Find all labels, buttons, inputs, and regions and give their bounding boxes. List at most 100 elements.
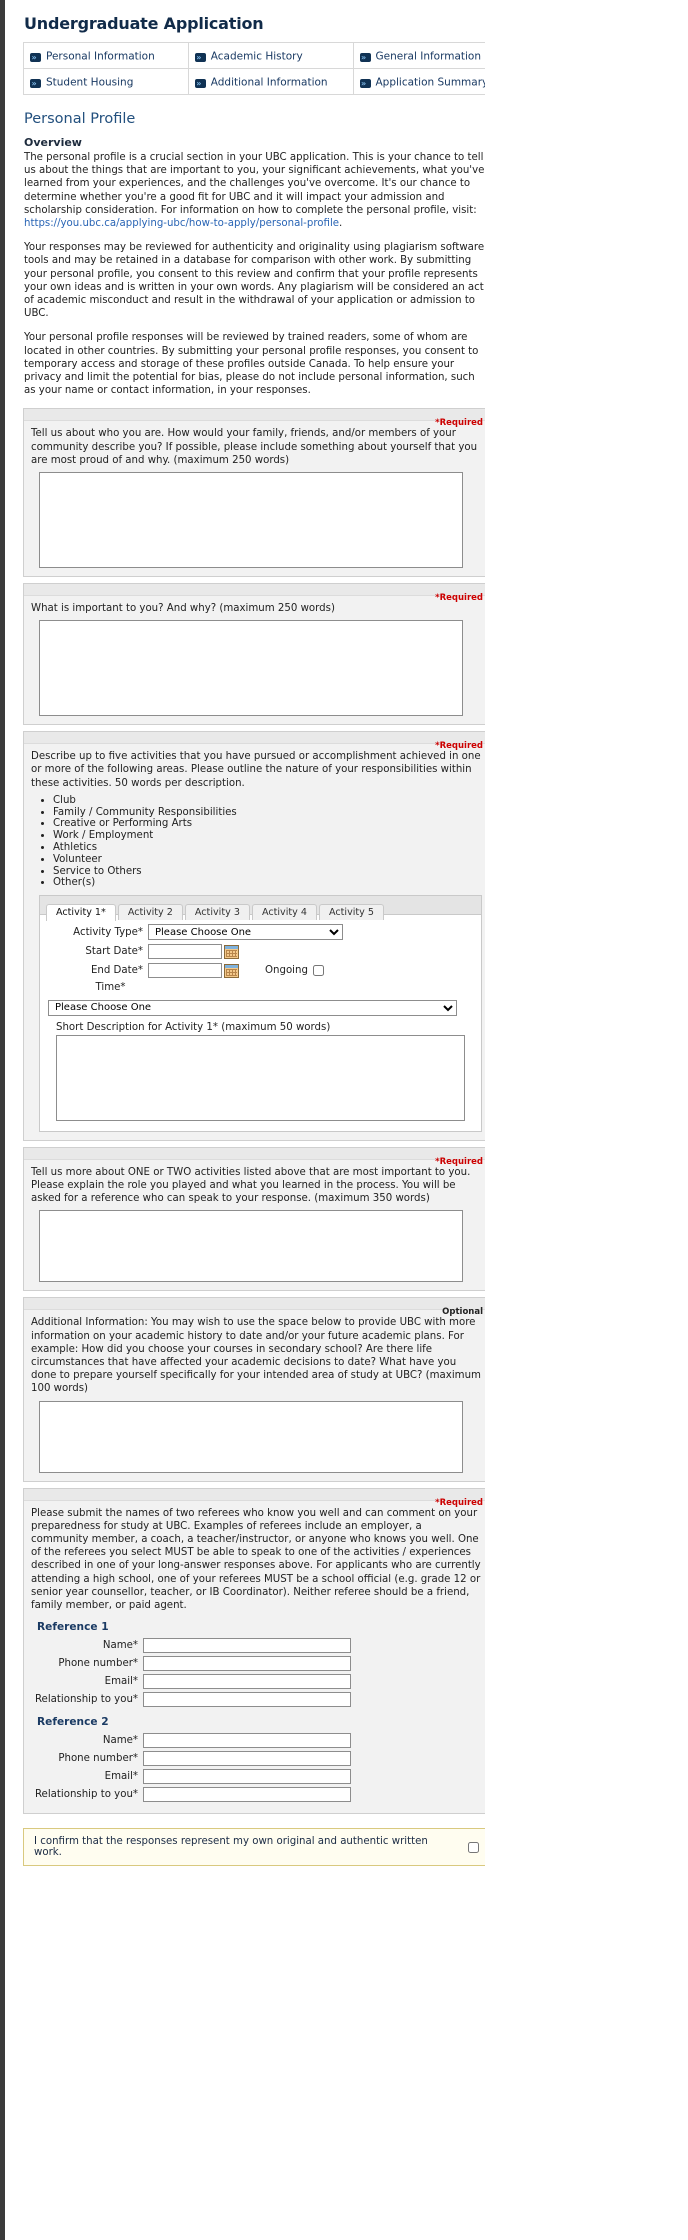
- required-bar-1: *Required: [24, 409, 489, 428]
- reference-2-relationship-row: Relationship to you*: [31, 1787, 482, 1803]
- overview-paragraph-1: The personal profile is a crucial sectio…: [24, 151, 486, 230]
- reference-2-title: Reference 2: [37, 1716, 109, 1729]
- question-prompt-1: Tell us about who you are. How would you…: [31, 428, 478, 466]
- activity-description-textarea[interactable]: [56, 1034, 465, 1121]
- reference-1-relationship-label: Relationship to you*: [34, 1694, 138, 1706]
- double-chevron-right-icon: [359, 79, 371, 88]
- list-item: Creative or Performing Arts: [53, 818, 482, 830]
- required-bar-6: *Required: [24, 1488, 489, 1508]
- reference-2-phone-row: Phone number*: [31, 1751, 482, 1767]
- time-select[interactable]: Please Choose One: [48, 999, 457, 1016]
- reference-2-email-row: Email*: [31, 1769, 482, 1785]
- tab-activity-2[interactable]: Activity 2: [117, 904, 183, 921]
- required-bar-2: *Required: [24, 584, 489, 603]
- reference-2-relationship-input[interactable]: [143, 1787, 351, 1803]
- answer-textarea-4[interactable]: [39, 1210, 463, 1283]
- tab-activity-1[interactable]: Activity 1*: [46, 904, 116, 922]
- required-bar-3: *Required: [24, 732, 489, 751]
- double-chevron-right-icon: [194, 79, 206, 88]
- question-prompt-4: Tell us more about ONE or TWO activities…: [31, 1166, 471, 1205]
- reference-1-phone-input[interactable]: [143, 1656, 351, 1672]
- activity-tabs-container: Activity 1* Activity 2 Activity 3 Activity …: [39, 895, 482, 1132]
- overview-p1-text-after: .: [339, 218, 343, 230]
- question-block-2: *Required What is important to you? And …: [23, 583, 490, 726]
- required-bar-4: *Required: [24, 1147, 489, 1167]
- question-prompt-5: Additional Information: You may wish to …: [31, 1317, 481, 1395]
- overview-p1-text-before: The personal profile is a crucial sectio…: [24, 152, 485, 216]
- list-item: Athletics: [53, 842, 482, 854]
- reference-2-name-label: Name*: [102, 1735, 138, 1747]
- calendar-icon[interactable]: [224, 963, 239, 978]
- nav-cell-additional-information[interactable]: Additional Information: [187, 68, 354, 95]
- ongoing-label: Ongoing: [265, 965, 308, 977]
- nav-link-general-information[interactable]: General Information: [376, 51, 482, 63]
- double-chevron-right-icon: [359, 53, 371, 62]
- answer-textarea-5[interactable]: [39, 1400, 463, 1473]
- nav-cell-academic-history[interactable]: Academic History: [187, 42, 354, 69]
- answer-textarea-1[interactable]: [39, 472, 463, 569]
- reference-2-phone-label: Phone number*: [58, 1753, 138, 1765]
- end-date-row: End Date* Ongoing: [48, 963, 473, 979]
- double-chevron-right-icon: [30, 53, 41, 62]
- reference-1-email-label: Email*: [104, 1676, 138, 1688]
- ongoing-checkbox[interactable]: [312, 965, 324, 977]
- question-block-3: *Required Describe up to five activities…: [23, 731, 490, 1141]
- list-item: Club: [53, 795, 482, 807]
- reference-1-relationship-input[interactable]: [143, 1692, 351, 1708]
- reference-1-phone-row: Phone number*: [31, 1656, 482, 1672]
- start-date-input[interactable]: [148, 944, 222, 960]
- question-block-5: Optional Additional Information: You may…: [23, 1297, 490, 1482]
- question-prompt-6: Please submit the names of two referees …: [31, 1507, 481, 1611]
- reference-2-phone-input[interactable]: [143, 1751, 351, 1767]
- reference-1-name-label: Name*: [102, 1640, 138, 1652]
- end-date-input[interactable]: [148, 963, 222, 979]
- activity-type-select[interactable]: Please Choose One: [148, 924, 343, 941]
- activity-type-row: Activity Type* Please Choose One: [48, 924, 473, 941]
- nav-link-student-housing[interactable]: Student Housing: [46, 77, 133, 89]
- double-chevron-right-icon: [194, 53, 206, 62]
- question-block-4: *Required Tell us more about ONE or TWO …: [23, 1146, 490, 1292]
- nav-cell-personal-information[interactable]: Personal Information: [23, 42, 189, 69]
- required-badge-2: *Required: [435, 593, 483, 604]
- end-date-label: End Date*: [90, 965, 143, 977]
- list-item: Volunteer: [53, 854, 482, 866]
- confirmation-box: I confirm that the responses represent m…: [23, 1828, 490, 1867]
- confirmation-label: I confirm that the responses represent m…: [34, 1836, 428, 1859]
- reference-1-name-row: Name*: [31, 1638, 482, 1654]
- reference-2-relationship-label: Relationship to you*: [34, 1789, 138, 1801]
- calendar-icon[interactable]: [224, 944, 239, 959]
- nav-cell-student-housing[interactable]: Student Housing: [23, 68, 189, 95]
- reference-2-name-row: Name*: [31, 1733, 482, 1749]
- reference-1-name-input[interactable]: [143, 1638, 351, 1654]
- tab-activity-3[interactable]: Activity 3: [184, 904, 250, 921]
- reference-1-title: Reference 1: [37, 1621, 109, 1634]
- reference-1-email-row: Email*: [31, 1674, 482, 1690]
- reference-1-email-input[interactable]: [143, 1674, 351, 1690]
- overview-paragraph-2: Your responses may be reviewed for authe…: [24, 242, 485, 320]
- left-gutter-strip: [0, 0, 5, 2240]
- list-item: Family / Community Responsibilities: [53, 807, 482, 819]
- answer-textarea-2[interactable]: [39, 620, 463, 717]
- tab-activity-5[interactable]: Activity 5: [318, 904, 385, 921]
- nav-link-academic-history[interactable]: Academic History: [211, 51, 303, 63]
- nav-link-additional-information[interactable]: Additional Information: [211, 77, 328, 89]
- nav-link-application-summary[interactable]: Application Summary: [376, 77, 489, 89]
- question-prompt-2: What is important to you? And why? (maxi…: [31, 603, 335, 615]
- question-block-1: *Required Tell us about who you are. How…: [23, 408, 490, 578]
- reference-2-name-input[interactable]: [143, 1733, 351, 1749]
- reference-1-phone-label: Phone number*: [58, 1658, 138, 1670]
- reference-1-relationship-row: Relationship to you*: [31, 1692, 482, 1708]
- start-date-label: Start Date*: [85, 946, 143, 958]
- list-item: Service to Others: [53, 866, 482, 878]
- confirmation-checkbox[interactable]: [468, 1841, 479, 1853]
- nav-link-personal-information[interactable]: Personal Information: [46, 51, 155, 63]
- reference-2-email-input[interactable]: [143, 1769, 351, 1785]
- activity-area-list: Club Family / Community Responsibilities…: [31, 795, 482, 889]
- activity-tabs-strip: Activity 1* Activity 2 Activity 3 Activity …: [40, 896, 481, 922]
- overview-paragraph-3: Your personal profile responses will be …: [24, 332, 479, 397]
- tab-activity-4[interactable]: Activity 4: [251, 904, 317, 921]
- question-prompt-3: Describe up to five activities that you …: [31, 751, 481, 789]
- double-chevron-right-icon: [30, 79, 41, 88]
- time-label: Time*: [95, 982, 126, 994]
- personal-profile-link[interactable]: https://you.ubc.ca/applying-ubc/how-to-a…: [24, 218, 339, 229]
